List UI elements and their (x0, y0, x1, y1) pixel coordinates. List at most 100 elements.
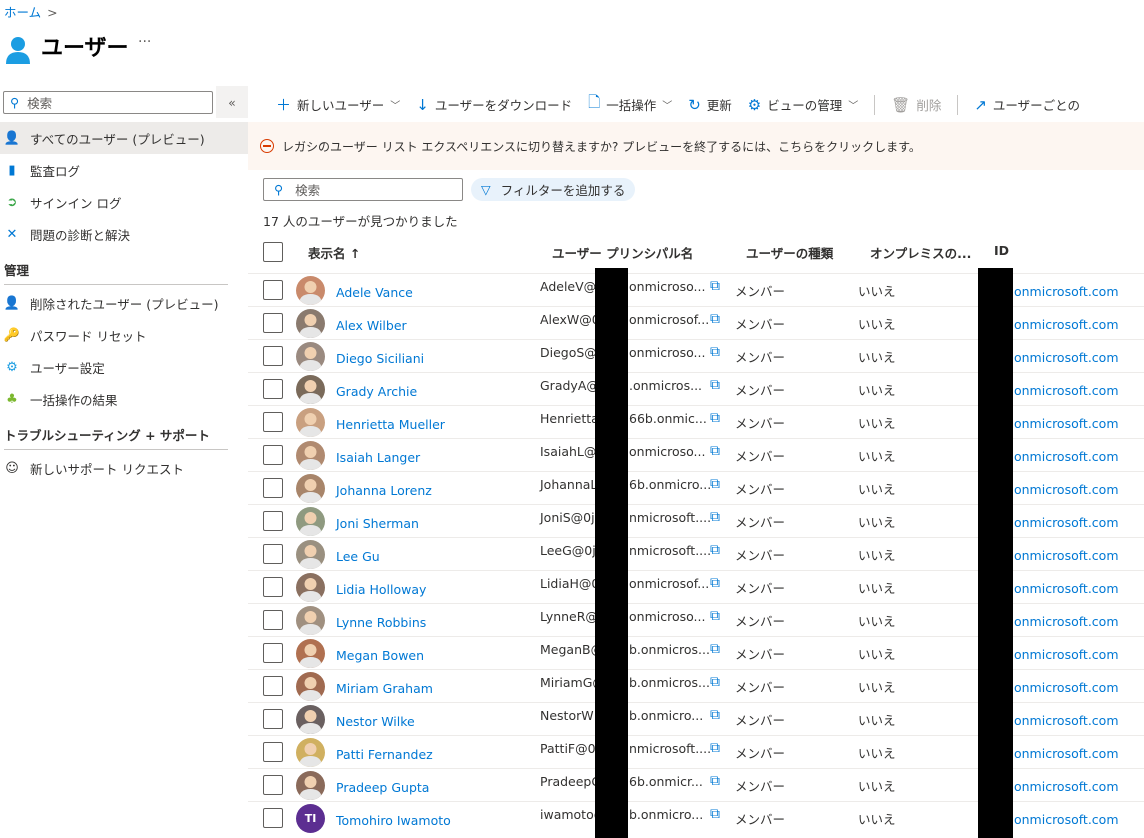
column-header-upn[interactable]: ユーザー プリンシパル名 (552, 243, 693, 262)
row-checkbox[interactable] (263, 577, 283, 597)
per-user-button[interactable]: ↗ ユーザーごとの (974, 95, 1080, 114)
copy-icon[interactable]: ⧉ (710, 311, 720, 327)
row-checkbox[interactable] (263, 379, 283, 399)
user-icon: 👤 (3, 130, 21, 146)
delete-button[interactable]: 🗑 削除 (891, 95, 941, 114)
row-checkbox[interactable] (263, 610, 283, 630)
user-name-link[interactable]: Henrietta Mueller (336, 417, 445, 432)
sidebar-item[interactable]: ✕ 問題の診断と解決 (0, 218, 248, 250)
sidebar-item[interactable]: 👤 すべてのユーザー (プレビュー) (0, 122, 248, 154)
bulk-operations-button[interactable]: 🗋 一括操作 ﹀ (588, 92, 672, 117)
onprem-sync: いいえ (858, 713, 896, 728)
user-name-link[interactable]: Joni Sherman (336, 516, 419, 531)
user-search-input[interactable]: ⚲ 検索 (263, 178, 463, 201)
row-checkbox[interactable] (263, 511, 283, 531)
user-name-link[interactable]: Patti Fernandez (336, 747, 433, 762)
sidebar-item[interactable]: ☺ 新しいサポート リクエスト (0, 452, 248, 484)
legacy-switch-banner[interactable]: レガシのユーザー リスト エクスペリエンスに切り替えますか? プレビューを終了す… (248, 122, 1144, 170)
copy-icon[interactable]: ⧉ (710, 377, 720, 393)
user-type: メンバー (735, 383, 786, 398)
row-checkbox[interactable] (263, 346, 283, 366)
avatar (296, 606, 325, 635)
copy-icon[interactable]: ⧉ (710, 773, 720, 789)
refresh-button[interactable]: ↻ 更新 (688, 95, 732, 114)
user-name-link[interactable]: Lynne Robbins (336, 615, 426, 630)
upn-suffix: b.onmicros... (629, 642, 710, 657)
column-header-id[interactable]: ID (994, 243, 1009, 258)
copy-icon[interactable]: ⧉ (710, 575, 720, 591)
user-name-link[interactable]: Diego Siciliani (336, 351, 424, 366)
avatar (296, 738, 325, 767)
copy-icon[interactable]: ⧉ (710, 608, 720, 624)
new-user-button[interactable]: ＋ 新しいユーザー ﹀ (276, 94, 400, 115)
copy-icon[interactable]: ⧉ (710, 278, 720, 294)
copy-icon[interactable]: ⧉ (710, 542, 720, 558)
breadcrumb-home[interactable]: ホーム (4, 5, 41, 20)
warning-icon (260, 139, 274, 153)
copy-icon[interactable]: ⧉ (710, 707, 720, 723)
upn-suffix: onmicroso... (629, 609, 706, 624)
avatar (296, 639, 325, 668)
user-name-link[interactable]: Pradeep Gupta (336, 780, 429, 795)
copy-icon[interactable]: ⧉ (710, 509, 720, 525)
sidebar-item[interactable]: ▮ 監査ログ (0, 154, 248, 186)
copy-icon[interactable]: ⧉ (710, 344, 720, 360)
sidebar-item[interactable]: ♣ 一括操作の結果 (0, 383, 248, 415)
row-checkbox[interactable] (263, 808, 283, 828)
copy-icon[interactable]: ⧉ (710, 674, 720, 690)
user-name-link[interactable]: Lidia Holloway (336, 582, 426, 597)
copy-icon[interactable]: ⧉ (710, 641, 720, 657)
user-id: .onmicrosoft.com (1010, 581, 1119, 596)
user-name-link[interactable]: Lee Gu (336, 549, 380, 564)
more-options-button[interactable]: ··· (138, 34, 151, 50)
row-checkbox[interactable] (263, 742, 283, 762)
user-name-link[interactable]: Megan Bowen (336, 648, 424, 663)
sidebar-item[interactable]: ➲ サインイン ログ (0, 186, 248, 218)
user-name-link[interactable]: Grady Archie (336, 384, 417, 399)
user-name-link[interactable]: Miriam Graham (336, 681, 433, 696)
row-checkbox[interactable] (263, 643, 283, 663)
row-checkbox[interactable] (263, 445, 283, 465)
row-checkbox[interactable] (263, 676, 283, 696)
support-icon: ☺ (5, 460, 19, 476)
user-name-link[interactable]: Isaiah Langer (336, 450, 420, 465)
select-all-checkbox[interactable] (263, 242, 283, 262)
user-name-link[interactable]: Nestor Wilke (336, 714, 415, 729)
row-checkbox[interactable] (263, 544, 283, 564)
avatar (296, 507, 325, 536)
sidebar-item[interactable]: 🔑 パスワード リセット (0, 319, 248, 351)
upn-prefix: MeganB@ (540, 642, 604, 657)
copy-icon[interactable]: ⧉ (710, 806, 720, 822)
row-checkbox[interactable] (263, 313, 283, 333)
user-name-link[interactable]: Tomohiro Iwamoto (336, 813, 451, 828)
column-header-onprem[interactable]: オンプレミスの... (870, 243, 971, 262)
add-filter-button[interactable]: ▽ フィルターを追加する (471, 178, 636, 201)
download-users-button[interactable]: ↓ ユーザーをダウンロード (416, 95, 572, 114)
onprem-sync: いいえ (858, 647, 896, 662)
collapse-sidebar-button[interactable]: « (216, 86, 248, 118)
sidebar-search-input[interactable]: ⚲ 検索 (3, 91, 213, 114)
user-type: メンバー (735, 350, 786, 365)
row-checkbox[interactable] (263, 709, 283, 729)
column-header-name[interactable]: 表示名 ↑ (308, 243, 360, 262)
column-header-type[interactable]: ユーザーの種類 (746, 243, 833, 262)
copy-icon[interactable]: ⧉ (710, 740, 720, 756)
manage-view-button[interactable]: ⚙ ビューの管理 ﹀ (748, 95, 858, 114)
user-name-link[interactable]: Alex Wilber (336, 318, 407, 333)
sidebar-item[interactable]: 👤 削除されたユーザー (プレビュー) (0, 287, 248, 319)
onprem-sync: いいえ (858, 383, 896, 398)
download-label: ユーザーをダウンロード (434, 98, 573, 113)
row-checkbox[interactable] (263, 412, 283, 432)
user-name-link[interactable]: Adele Vance (336, 285, 413, 300)
row-checkbox[interactable] (263, 280, 283, 300)
user-name-link[interactable]: Johanna Lorenz (336, 483, 432, 498)
copy-icon[interactable]: ⧉ (710, 410, 720, 426)
user-id: .onmicrosoft.com (1010, 482, 1119, 497)
row-checkbox[interactable] (263, 478, 283, 498)
sidebar-item[interactable]: ⚙ ユーザー設定 (0, 351, 248, 383)
copy-icon[interactable]: ⧉ (710, 476, 720, 492)
row-checkbox[interactable] (263, 775, 283, 795)
avatar (296, 705, 325, 734)
user-type: メンバー (735, 449, 786, 464)
copy-icon[interactable]: ⧉ (710, 443, 720, 459)
